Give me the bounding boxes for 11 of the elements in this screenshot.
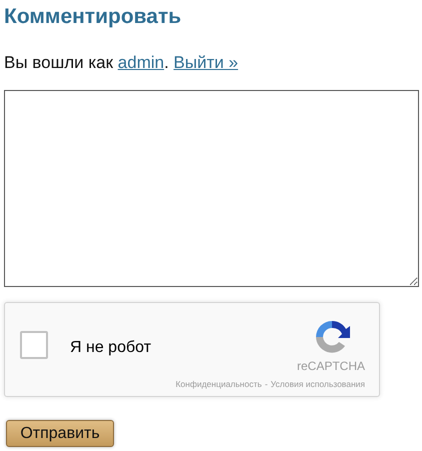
- section-heading: Комментировать: [4, 4, 182, 30]
- comment-field[interactable]: [4, 90, 419, 287]
- captcha-brand: reCAPTCHA: [296, 359, 365, 373]
- captcha-label: Я не робот: [70, 339, 152, 357]
- submit-button[interactable]: Отправить: [6, 420, 114, 447]
- captcha-checkbox[interactable]: [20, 331, 48, 359]
- dash-text: -: [264, 379, 268, 389]
- user-link[interactable]: admin: [118, 52, 164, 74]
- login-text: Вы вошли как: [4, 52, 114, 74]
- period-text: .: [164, 52, 170, 74]
- logout-link[interactable]: Выйти »: [174, 52, 238, 74]
